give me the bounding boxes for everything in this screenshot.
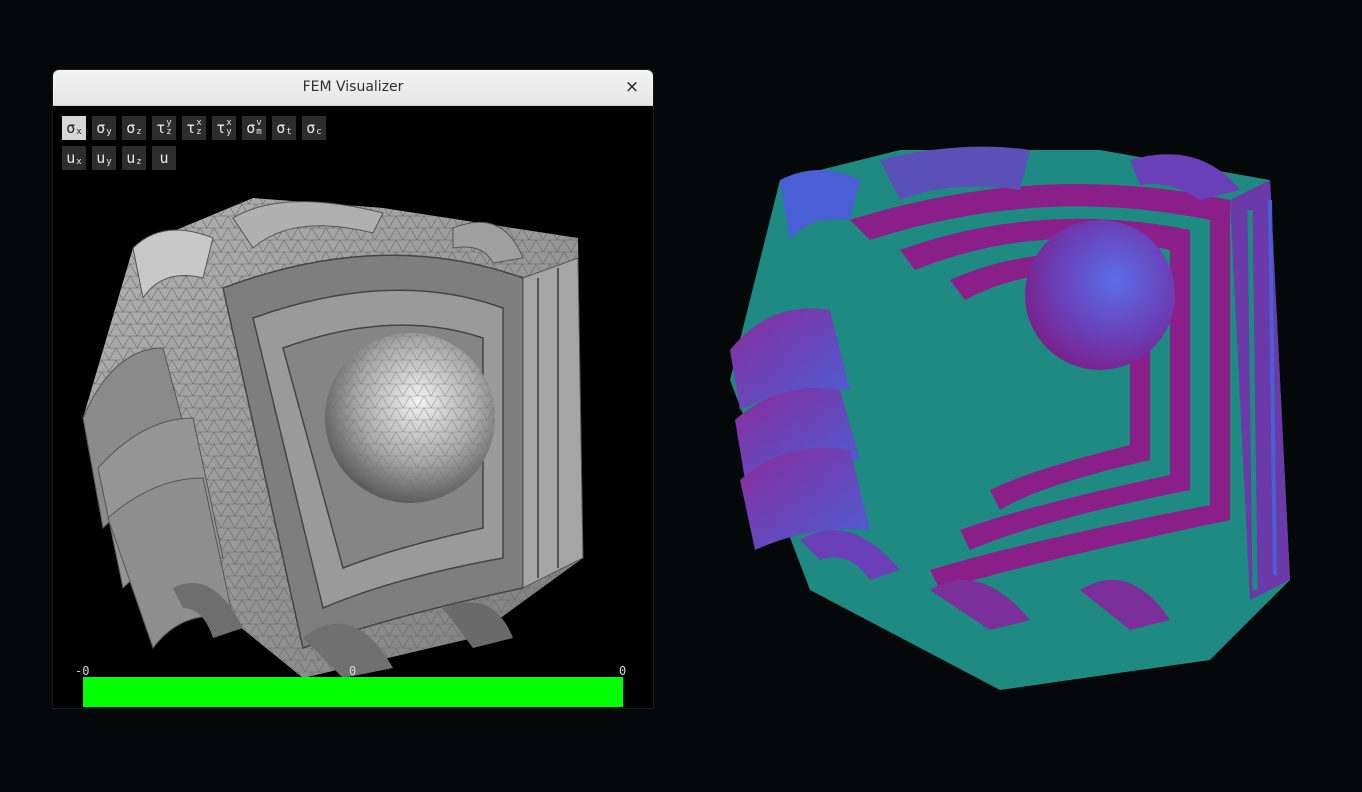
- sigma-z-indices: z: [136, 119, 141, 137]
- sigma-z-subscript: z: [136, 127, 142, 137]
- tau-yz-subscript: z: [166, 127, 172, 137]
- colorbar-min-label: -0: [75, 664, 90, 678]
- sigma-c-symbol: σ: [306, 118, 316, 137]
- tau-xy-indices: xy: [226, 119, 231, 137]
- window-title: FEM Visualizer: [302, 79, 404, 95]
- tau-xz-symbol: τ: [186, 118, 196, 137]
- stress-button-row: σ xσ yσ zτyzτxzτxyσvmσ tσ c: [62, 116, 326, 140]
- sigma-t-subscript: t: [286, 127, 292, 137]
- u-x-indices: x: [76, 149, 81, 167]
- mesh-viewport[interactable]: [53, 168, 653, 688]
- colorbar: [83, 677, 623, 707]
- u-x-subscript: x: [76, 157, 82, 167]
- tau-xz-subscript: z: [196, 127, 202, 137]
- sigma-z-button[interactable]: σ z: [122, 116, 146, 140]
- sigma-t-symbol: σ: [276, 118, 286, 137]
- u-x-symbol: u: [66, 148, 76, 167]
- tau-yz-indices: yz: [166, 119, 171, 137]
- sigma-t-button[interactable]: σ t: [272, 116, 296, 140]
- sigma-c-indices: c: [316, 119, 321, 137]
- u-button[interactable]: u: [152, 146, 176, 170]
- sigma-c-subscript: c: [316, 127, 322, 137]
- colored-cube: [730, 146, 1290, 690]
- sigma-vm-indices: vm: [256, 119, 261, 137]
- sigma-x-subscript: x: [76, 127, 82, 137]
- sigma-vm-symbol: σ: [246, 118, 256, 137]
- u-y-symbol: u: [96, 148, 106, 167]
- sigma-x-symbol: σ: [66, 118, 76, 137]
- sigma-y-button[interactable]: σ y: [92, 116, 116, 140]
- sigma-z-symbol: σ: [126, 118, 136, 137]
- u-y-indices: y: [106, 149, 111, 167]
- u-z-subscript: z: [136, 157, 142, 167]
- tau-yz-symbol: τ: [156, 118, 166, 137]
- tau-xz-button[interactable]: τxz: [182, 116, 206, 140]
- u-symbol: u: [159, 148, 169, 167]
- colorbar-mid-label: 0: [349, 664, 357, 678]
- u-z-symbol: u: [126, 148, 136, 167]
- displacement-button-row: u xu yu zu: [62, 146, 176, 170]
- sigma-x-indices: x: [76, 119, 81, 137]
- tau-yz-button[interactable]: τyz: [152, 116, 176, 140]
- title-bar[interactable]: FEM Visualizer ×: [53, 70, 653, 106]
- fem-visualizer-window: FEM Visualizer × σ xσ yσ zτyzτxzτxyσvmσ …: [53, 70, 653, 708]
- visualizer-content: σ xσ yσ zτyzτxzτxyσvmσ tσ c u xu yu zu -…: [53, 106, 653, 708]
- close-button[interactable]: ×: [621, 76, 643, 98]
- tau-xy-symbol: τ: [216, 118, 226, 137]
- tau-xy-subscript: y: [226, 127, 232, 137]
- u-y-subscript: y: [106, 157, 112, 167]
- sigma-c-button[interactable]: σ c: [302, 116, 326, 140]
- tau-xy-button[interactable]: τxy: [212, 116, 236, 140]
- u-x-button[interactable]: u x: [62, 146, 86, 170]
- colorbar-max-label: 0: [619, 664, 627, 678]
- sigma-vm-button[interactable]: σvm: [242, 116, 266, 140]
- sigma-t-indices: t: [286, 119, 291, 137]
- sigma-y-indices: y: [106, 119, 111, 137]
- sigma-y-symbol: σ: [96, 118, 106, 137]
- sigma-y-subscript: y: [106, 127, 112, 137]
- sigma-vm-subscript: m: [256, 127, 262, 137]
- u-z-button[interactable]: u z: [122, 146, 146, 170]
- sigma-x-button[interactable]: σ x: [62, 116, 86, 140]
- u-z-indices: z: [136, 149, 141, 167]
- mesh-cube: [82, 198, 584, 678]
- stress-render-view: [730, 146, 1290, 690]
- tau-xz-indices: xz: [196, 119, 201, 137]
- u-y-button[interactable]: u y: [92, 146, 116, 170]
